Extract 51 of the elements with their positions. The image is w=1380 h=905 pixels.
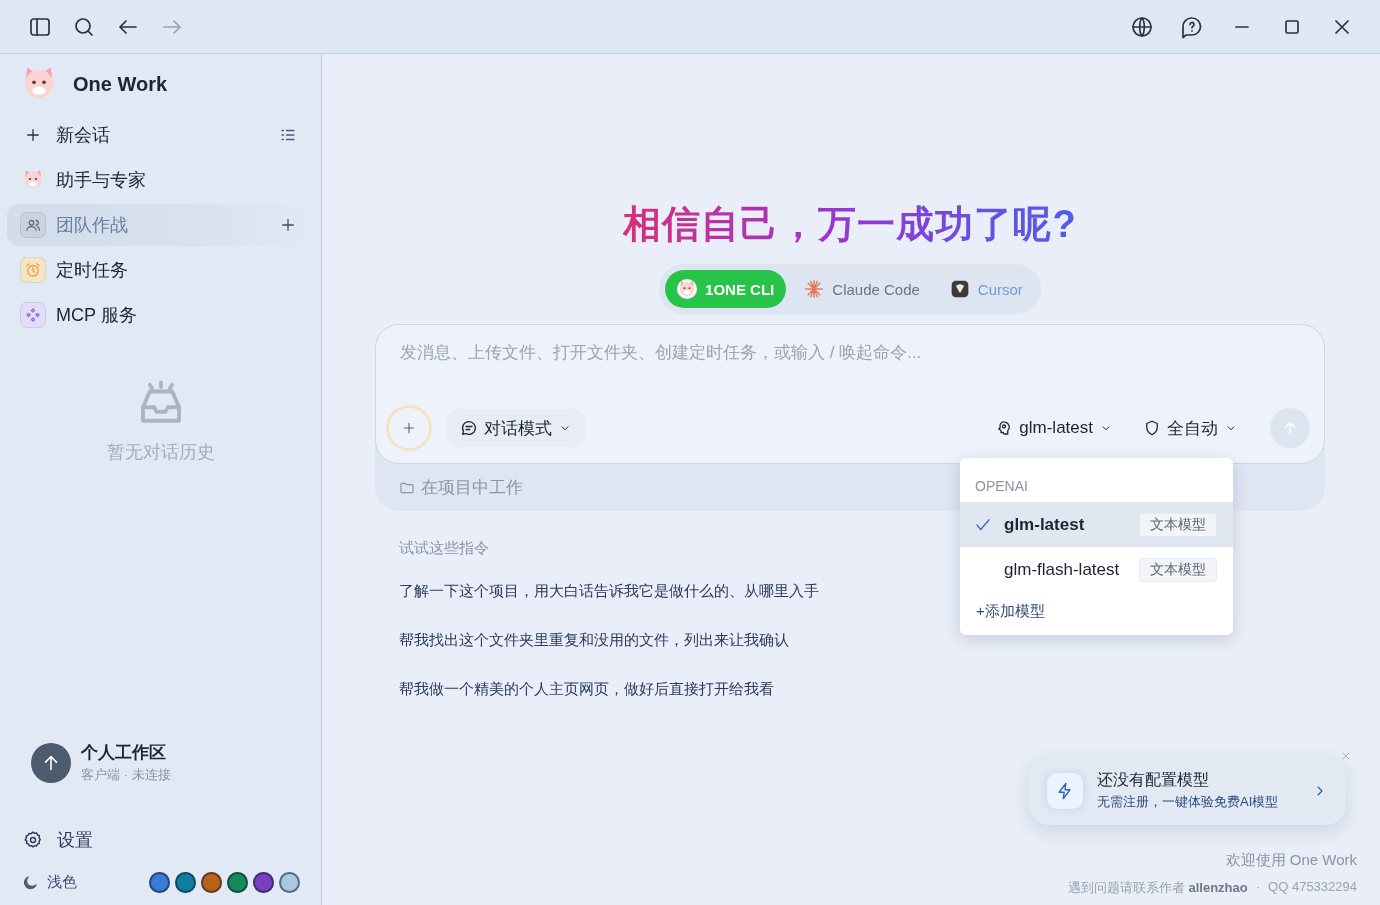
sidebar-item[interactable]: 新会话 bbox=[7, 114, 314, 156]
app-name: One Work bbox=[73, 72, 168, 96]
toast-title: 还没有配置模型 bbox=[1097, 770, 1210, 790]
contact-text: 遇到问题请联系作者 allenzhao bbox=[1067, 879, 1248, 897]
theme-swatch[interactable] bbox=[279, 872, 300, 893]
diamonds-icon bbox=[24, 306, 42, 324]
model-type-tag: 文本模型 bbox=[1139, 512, 1217, 537]
suggestion-link[interactable]: 帮我找出这个文件夹里重复和没用的文件，列出来让我确认 bbox=[399, 631, 1325, 650]
separator-dot: · bbox=[1255, 879, 1261, 896]
add-model-link[interactable]: +添加模型 bbox=[976, 602, 1045, 621]
help-icon[interactable] bbox=[1180, 14, 1204, 39]
model-option[interactable]: glm-latest 文本模型 bbox=[960, 502, 1233, 547]
lightning-icon bbox=[1047, 772, 1083, 809]
workspace-title: 个人工作区 bbox=[81, 742, 167, 764]
suggestion-link[interactable]: 帮我做一个精美的个人主页网页，做好后直接打开给我看 bbox=[399, 680, 1325, 699]
model-dropdown[interactable]: glm-latest bbox=[987, 409, 1121, 447]
globe-icon[interactable] bbox=[1130, 14, 1154, 39]
qq-number: QQ 475332294 bbox=[1268, 879, 1357, 896]
plus-icon bbox=[401, 420, 417, 436]
moon-icon[interactable] bbox=[21, 873, 39, 892]
suggestions-title: 试试这些指令 bbox=[399, 539, 490, 558]
settings-link[interactable]: 设置 bbox=[57, 828, 93, 852]
message-input[interactable]: 发消息、上传文件、打开文件夹、创建定时任务，或输入 / 唤起命令... bbox=[386, 339, 1310, 367]
sidebar-item[interactable]: MCP 服务 bbox=[7, 294, 314, 336]
welcome-text: 欢迎使用 One Work bbox=[1224, 851, 1357, 870]
permission-dropdown[interactable]: 全自动 bbox=[1135, 409, 1246, 447]
chat-bubble-icon bbox=[460, 419, 478, 437]
agent-tab[interactable]: Claude Code bbox=[792, 270, 932, 308]
theme-swatch[interactable] bbox=[175, 872, 196, 893]
mode-dropdown[interactable]: 对话模式 bbox=[446, 409, 586, 447]
cube-icon bbox=[949, 279, 970, 299]
provider-group-label: OPENAI bbox=[974, 478, 1029, 496]
cat-icon bbox=[677, 279, 698, 299]
upload-avatar-icon[interactable] bbox=[31, 742, 71, 783]
workspace-status: 客户端 · 未连接 bbox=[81, 766, 171, 784]
model-type-tag: 文本模型 bbox=[1139, 557, 1217, 582]
empty-history-text: 暂无对话历史 bbox=[106, 441, 215, 464]
theme-swatch[interactable] bbox=[253, 872, 274, 893]
plus-icon bbox=[24, 126, 42, 144]
theme-swatch[interactable] bbox=[227, 872, 248, 893]
toast-subtitle: 无需注册，一键体验免费AI模型 bbox=[1097, 793, 1280, 811]
sidebar-item[interactable]: 助手与专家 bbox=[7, 159, 314, 201]
shield-icon bbox=[1143, 419, 1161, 437]
alarm-clock-icon bbox=[24, 261, 42, 279]
theme-swatch[interactable] bbox=[149, 872, 170, 893]
theme-swatch[interactable] bbox=[201, 872, 222, 893]
sunburst-icon bbox=[804, 279, 825, 299]
sidebar-item[interactable]: 定时任务 bbox=[7, 249, 314, 291]
settings-icon[interactable] bbox=[23, 830, 43, 850]
theme-label[interactable]: 浅色 bbox=[47, 873, 77, 892]
add-icon[interactable] bbox=[279, 216, 297, 234]
